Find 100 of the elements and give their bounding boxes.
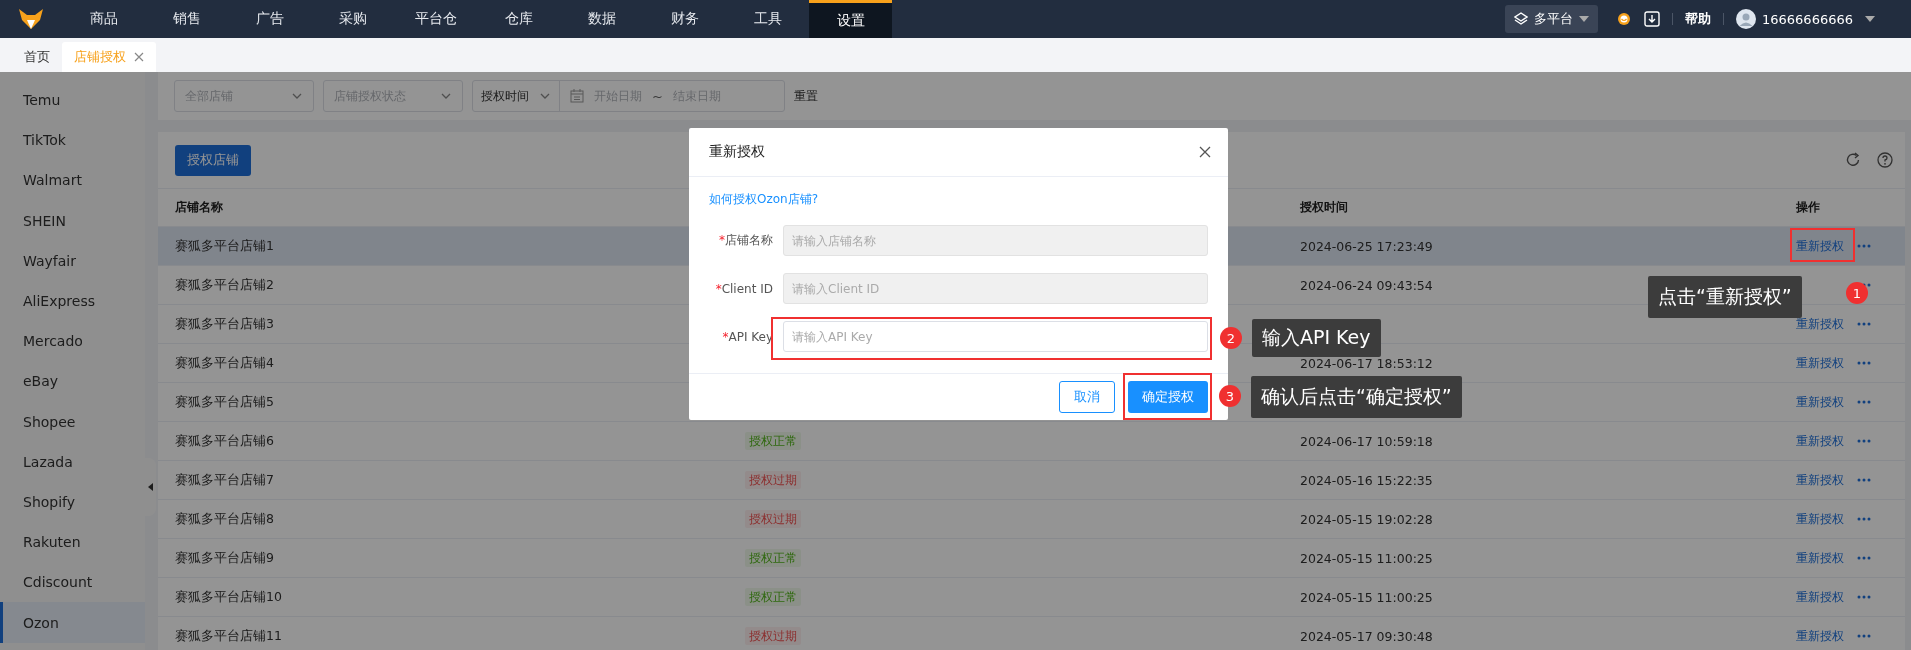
sidebar-item[interactable]: Walmart — [0, 160, 145, 201]
fox-logo — [18, 8, 44, 30]
reauthorize-link[interactable]: 重新授权 — [1796, 432, 1844, 450]
input-field[interactable]: 请输入API Key — [783, 321, 1208, 352]
nav-menu-item[interactable]: 仓库 — [477, 0, 560, 38]
refresh-icon[interactable] — [1845, 152, 1861, 168]
sidebar-item[interactable]: AliExpress — [0, 280, 145, 322]
page-tab[interactable]: 首页 — [12, 42, 62, 72]
nav-menu-item[interactable]: 销售 — [145, 0, 228, 38]
status-tag: 授权正常 — [745, 587, 801, 606]
help-link[interactable]: 如何授权Ozon店铺? — [709, 191, 819, 208]
nav-menu-item[interactable]: 广告 — [228, 0, 311, 38]
nav-menu-item[interactable]: 采购 — [311, 0, 394, 38]
table-cell: 2024-06-25 17:23:49 — [1300, 238, 1433, 254]
reauthorize-link[interactable]: 重新授权 — [1796, 588, 1844, 606]
sidebar-item[interactable]: eBay — [0, 361, 145, 402]
sidebar-item[interactable]: Shopify — [0, 481, 145, 523]
table-cell: 2024-06-17 18:53:12 — [1300, 355, 1433, 371]
sidebar-item[interactable]: Mercado — [0, 321, 145, 362]
more-icon[interactable] — [1857, 361, 1871, 365]
reauthorize-link[interactable]: 重新授权 — [1796, 393, 1844, 411]
table-cell: 2024-06-24 09:43:54 — [1300, 277, 1433, 293]
callout-tooltip: 输入API Key — [1252, 319, 1381, 357]
reauthorize-link[interactable]: 重新授权 — [1796, 471, 1844, 489]
table-cell: 2024-05-17 09:30:48 — [1300, 628, 1433, 644]
table-row[interactable]: 赛狐多平台店铺10 授权正常 2024-05-15 11:00:25 重新授权 — [158, 578, 1905, 617]
table-row[interactable]: 赛狐多平台店铺8 授权过期 2024-05-15 19:02:28 重新授权 — [158, 500, 1905, 539]
more-icon[interactable] — [1857, 400, 1871, 404]
table-row[interactable]: 赛狐多平台店铺9 授权正常 2024-05-15 11:00:25 重新授权 — [158, 539, 1905, 578]
reauthorize-link[interactable]: 重新授权 — [1796, 510, 1844, 528]
sidebar-item[interactable]: Wayfair — [0, 240, 145, 281]
highlight-frame — [1790, 228, 1855, 262]
reauthorize-link[interactable]: 重新授权 — [1796, 237, 1844, 255]
column-header: 操作 — [1796, 199, 1820, 216]
nav-menu-item[interactable]: 平台仓 — [394, 0, 477, 38]
caret-icon — [1579, 15, 1589, 23]
authorize-store-button[interactable]: 授权店铺 — [175, 144, 251, 176]
table-cell: 赛狐多平台店铺3 — [175, 315, 274, 331]
help-icon[interactable] — [1877, 152, 1893, 168]
reset-link[interactable]: 重置 — [794, 87, 818, 105]
sidebar-item[interactable]: Ozon — [0, 602, 145, 643]
more-icon[interactable] — [1857, 322, 1871, 326]
table-cell: 赛狐多平台店铺8 — [175, 510, 274, 526]
reauthorize-link[interactable]: 重新授权 — [1796, 354, 1844, 372]
reauthorize-link[interactable]: 重新授权 — [1796, 549, 1844, 567]
table-row[interactable]: 赛狐多平台店铺7 授权过期 2024-05-16 15:22:35 重新授权 — [158, 461, 1905, 500]
nav-menu-item[interactable]: 工具 — [726, 0, 809, 38]
more-icon[interactable] — [1857, 439, 1871, 443]
nav-menu-item[interactable]: 商品 — [62, 0, 145, 38]
nav-menu-item[interactable]: 设置 — [809, 0, 892, 38]
more-icon[interactable] — [1857, 634, 1871, 638]
close-icon[interactable] — [134, 52, 144, 62]
table-row[interactable]: 赛狐多平台店铺6 授权正常 2024-06-17 10:59:18 重新授权 — [158, 422, 1905, 461]
sidebar-item[interactable]: TikTok — [0, 120, 145, 161]
status-tag: 授权正常 — [745, 431, 801, 450]
column-header: 授权时间 — [1300, 200, 1348, 214]
table-cell: 赛狐多平台店铺6 — [175, 432, 274, 448]
reauthorize-link[interactable]: 重新授权 — [1796, 315, 1844, 333]
sidebar-item[interactable]: SHEIN — [0, 200, 145, 241]
reauthorize-link[interactable]: 重新授权 — [1796, 627, 1844, 645]
table-cell: 2024-06-17 10:59:18 — [1300, 433, 1433, 449]
table-row[interactable]: 赛狐多平台店铺11 授权过期 2024-05-17 09:30:48 重新授权 — [158, 617, 1905, 650]
user-name[interactable]: 16666666666 — [1762, 11, 1853, 27]
table-cell: 赛狐多平台店铺4 — [175, 354, 274, 370]
sidebar-item[interactable]: Rakuten — [0, 522, 145, 563]
table-cell: 赛狐多平台店铺2 — [175, 276, 274, 292]
cancel-button[interactable]: 取消 — [1059, 381, 1115, 413]
status-tag: 授权正常 — [745, 548, 801, 567]
more-icon[interactable] — [1857, 595, 1871, 599]
nav-menu-item[interactable]: 财务 — [643, 0, 726, 38]
caret-icon — [1865, 15, 1875, 23]
nav-menu-item[interactable]: 数据 — [560, 0, 643, 38]
status-tag: 授权过期 — [745, 626, 801, 645]
more-icon[interactable] — [1857, 556, 1871, 560]
sidebar-item[interactable]: Lazada — [0, 441, 145, 482]
more-icon[interactable] — [1857, 478, 1871, 482]
close-icon[interactable] — [1199, 146, 1211, 158]
table-cell: 赛狐多平台店铺10 — [175, 588, 282, 604]
table-cell: 赛狐多平台店铺1 — [175, 237, 274, 253]
sidebar-item[interactable]: Shopee — [0, 401, 145, 442]
avatar-icon — [1736, 9, 1756, 29]
more-icon[interactable] — [1857, 517, 1871, 521]
more-icon[interactable] — [1857, 244, 1871, 248]
collapse-handle[interactable] — [145, 458, 156, 516]
status-tag: 授权过期 — [745, 509, 801, 528]
table-cell: 2024-05-15 11:00:25 — [1300, 550, 1433, 566]
callout-tooltip: 确认后点击“确定授权” — [1251, 376, 1462, 418]
calendar-icon — [570, 89, 584, 103]
table-cell: 赛狐多平台店铺5 — [175, 393, 274, 409]
table-cell: 赛狐多平台店铺11 — [175, 627, 282, 643]
field-label: *Client ID — [714, 281, 773, 296]
callout-tooltip: 点击“重新授权” — [1648, 276, 1802, 318]
platform-dropdown[interactable]: 多平台 — [1505, 5, 1598, 33]
table-cell: 2024-05-16 15:22:35 — [1300, 472, 1433, 488]
download-icon[interactable] — [1644, 11, 1660, 27]
table-cell: 2024-05-15 11:00:25 — [1300, 589, 1433, 605]
sidebar-item[interactable]: Temu — [0, 80, 145, 121]
table-cell: 2024-05-15 19:02:28 — [1300, 511, 1433, 527]
help-link[interactable]: 帮助 — [1685, 10, 1711, 28]
confirm-button[interactable]: 确定授权 — [1128, 381, 1208, 413]
